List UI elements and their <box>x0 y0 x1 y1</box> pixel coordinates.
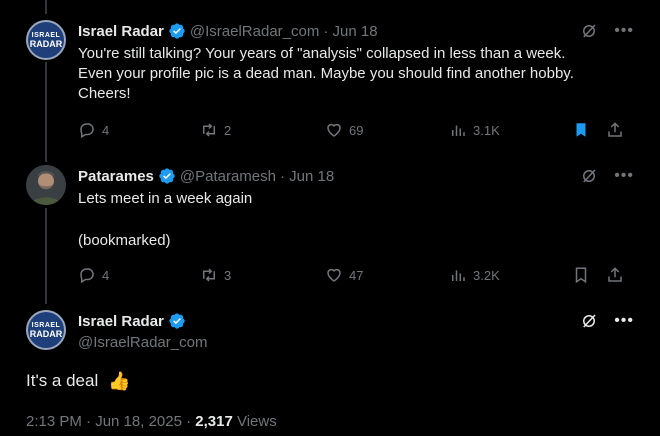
bookmark-button[interactable] <box>572 265 596 285</box>
tweet-timestamp: 2:13 PM · Jun 18, 2025 · 2,317 Views <box>26 413 277 430</box>
share-button[interactable] <box>606 265 630 285</box>
view-count: 3.2K <box>473 267 500 283</box>
reply-count: 4 <box>102 267 110 283</box>
like-count: 47 <box>349 267 364 283</box>
author-name[interactable]: Israel Radar <box>78 23 164 40</box>
repost-button[interactable]: 3 <box>200 265 231 285</box>
heart-icon <box>327 123 341 137</box>
tweet-text-content: It's a deal <box>26 371 99 390</box>
repost-count: 2 <box>224 122 232 138</box>
tweet-text-line: You're still talking? Your years of "ana… <box>78 45 566 62</box>
author-handle[interactable]: @IsraelRadar_com <box>190 23 319 40</box>
like-button[interactable]: 69 <box>325 120 363 140</box>
avatar-logo-text: ISRAEL <box>31 321 61 329</box>
more-options-icon[interactable]: ••• <box>614 312 634 330</box>
tweet[interactable]: Patarames @Pataramesh · Jun 18 ••• Lets … <box>0 165 660 290</box>
share-icon <box>608 122 622 137</box>
like-count: 69 <box>349 122 364 138</box>
bookmark-filled-icon <box>576 123 586 137</box>
views-count: 2,317 <box>195 413 233 430</box>
share-icon <box>608 267 622 282</box>
verified-badge-icon <box>159 168 175 184</box>
tweet-date[interactable]: · Jun 18 <box>323 23 377 40</box>
grok-icon[interactable] <box>580 22 598 40</box>
timestamp-text[interactable]: 2:13 PM · Jun 18, 2025 · <box>26 413 195 430</box>
repost-icon <box>203 268 215 282</box>
repost-button[interactable]: 2 <box>200 120 231 140</box>
tweet-actions: 4 3 47 3.2K <box>78 265 638 285</box>
bookmark-icon <box>575 267 587 284</box>
repost-icon <box>203 123 215 137</box>
views-label: Views <box>232 413 277 430</box>
thumbs-up-emoji: 👍 <box>108 371 131 391</box>
tweet-text-line: (bookmarked) <box>78 232 171 249</box>
more-options-icon[interactable]: ••• <box>614 22 634 40</box>
views-button[interactable]: 3.2K <box>449 265 500 285</box>
grok-icon[interactable] <box>580 312 598 330</box>
reply-icon <box>80 123 94 139</box>
reply-icon <box>80 268 94 284</box>
more-options-icon[interactable]: ••• <box>614 167 634 185</box>
reply-button[interactable]: 4 <box>78 120 109 140</box>
tweet-text: You're still talking? Your years of "ana… <box>78 44 574 104</box>
tweet-text: Lets meet in a week again (bookmarked) <box>78 189 252 251</box>
thread-line-top <box>45 0 47 14</box>
author-handle[interactable]: @IsraelRadar_com <box>78 334 207 351</box>
avatar[interactable]: ISRAEL RADAR <box>26 310 66 350</box>
avatar-logo-text: RADAR <box>29 38 63 49</box>
avatar-logo-text: RADAR <box>29 328 63 339</box>
tweet-text-line: Lets meet in a week again <box>78 190 253 207</box>
author-name[interactable]: Patarames <box>78 168 154 185</box>
tweet[interactable]: ISRAEL RADAR Israel Radar @IsraelRadar_c… <box>0 20 660 150</box>
share-button[interactable] <box>606 120 630 140</box>
reply-count: 4 <box>102 122 110 138</box>
heart-icon <box>327 268 341 282</box>
focused-tweet[interactable]: ISRAEL RADAR Israel Radar @IsraelRadar_c… <box>0 310 660 436</box>
avatar-logo-text: ISRAEL <box>31 31 61 39</box>
author-handle[interactable]: @Pataramesh <box>180 168 276 185</box>
view-count: 3.1K <box>473 122 500 138</box>
grok-icon[interactable] <box>580 167 598 185</box>
tweet-text-line: Even your profile pic is a dead man. May… <box>78 65 574 82</box>
author-name[interactable]: Israel Radar <box>78 313 164 330</box>
tweet-text: It's a deal 👍 <box>26 370 131 392</box>
profile-photo-icon <box>26 165 66 205</box>
tweet-date[interactable]: · Jun 18 <box>280 168 334 185</box>
verified-badge-icon <box>169 23 185 39</box>
views-button[interactable]: 3.1K <box>449 120 500 140</box>
tweet-actions: 4 2 69 3.1K <box>78 120 638 140</box>
analytics-icon <box>452 270 465 281</box>
reply-button[interactable]: 4 <box>78 265 109 285</box>
like-button[interactable]: 47 <box>325 265 363 285</box>
avatar[interactable] <box>26 165 66 205</box>
avatar[interactable]: ISRAEL RADAR <box>26 20 66 60</box>
bookmark-button[interactable] <box>572 120 596 140</box>
repost-count: 3 <box>224 267 232 283</box>
analytics-icon <box>452 125 465 136</box>
tweet-text-line: Cheers! <box>78 85 131 102</box>
verified-badge-icon <box>169 313 185 329</box>
